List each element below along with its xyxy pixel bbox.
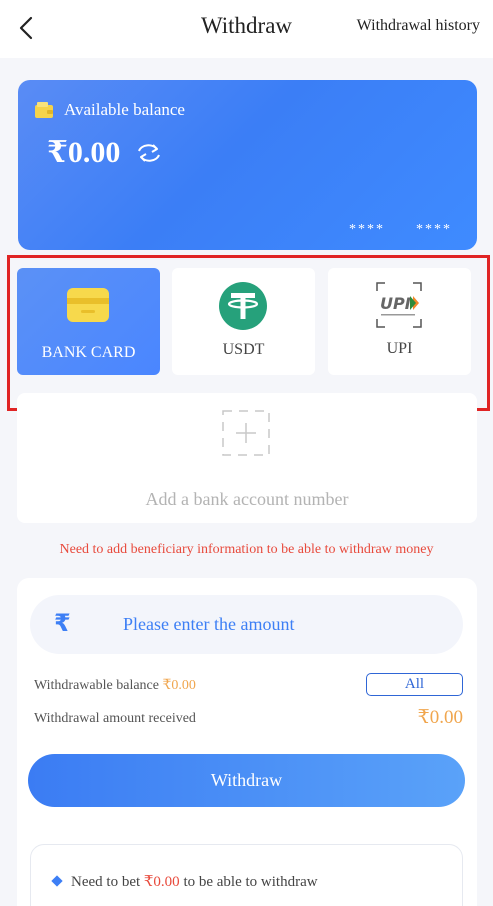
withdrawable-balance-row: Withdrawable balance ₹0.00	[34, 677, 196, 694]
refresh-icon[interactable]	[135, 141, 163, 165]
amount-placeholder: Please enter the amount	[123, 614, 295, 634]
withdrawal-amount-received-value: ₹0.00	[417, 707, 463, 728]
withdrawable-balance-label: Withdrawable balance	[34, 678, 163, 693]
balance-card: Available balance ₹0.00 **** ****	[18, 80, 477, 250]
withdrawable-balance-value: ₹0.00	[162, 678, 196, 693]
upi-logo: UPI	[376, 282, 422, 328]
method-bank-card[interactable]: BANK CARD	[17, 268, 160, 375]
header: Withdraw Withdrawal history	[0, 0, 493, 58]
card-mask-2: ****	[416, 222, 452, 237]
balance-amount: ₹0.00	[47, 136, 121, 169]
method-upi[interactable]: UPI UPI	[328, 268, 471, 375]
add-bank-account-label: Add a bank account number	[145, 489, 349, 509]
svg-text:UPI: UPI	[380, 294, 411, 313]
back-button[interactable]	[16, 14, 40, 42]
notice-suffix: to be able to withdraw	[179, 874, 318, 890]
amount-input[interactable]: ₹ Please enter the amount	[30, 595, 463, 654]
chevron-left-icon	[19, 16, 33, 40]
method-label: UPI	[386, 340, 413, 357]
add-bank-account[interactable]: Add a bank account number	[17, 393, 477, 523]
method-label: USDT	[222, 341, 265, 358]
notice-amount: ₹0.00	[143, 874, 180, 890]
wallet-icon	[35, 102, 53, 118]
available-balance-label: Available balance	[64, 100, 185, 119]
add-icon	[222, 410, 270, 456]
notice-prefix: Need to bet	[71, 874, 144, 890]
withdraw-button[interactable]: Withdraw	[28, 754, 465, 807]
card-mask-1: ****	[349, 222, 385, 237]
method-usdt[interactable]: USDT	[172, 268, 315, 375]
all-button[interactable]: All	[366, 673, 463, 696]
rupee-icon: ₹	[54, 609, 71, 637]
bet-requirement-notice: Need to bet ₹0.00 to be able to withdraw	[30, 844, 463, 906]
beneficiary-warning: Need to add beneficiary information to b…	[59, 542, 434, 557]
diamond-bullet-icon	[51, 875, 63, 887]
withdrawal-amount-received-label: Withdrawal amount received	[34, 711, 196, 726]
usdt-icon	[219, 282, 267, 330]
bank-card-icon	[67, 288, 109, 322]
method-label: BANK CARD	[41, 344, 136, 361]
notice-text: Need to bet ₹0.00 to be able to withdraw	[71, 872, 318, 891]
withdrawal-history-link[interactable]: Withdrawal history	[357, 17, 480, 35]
withdraw-form: ₹ Please enter the amount Withdrawable b…	[17, 578, 477, 906]
